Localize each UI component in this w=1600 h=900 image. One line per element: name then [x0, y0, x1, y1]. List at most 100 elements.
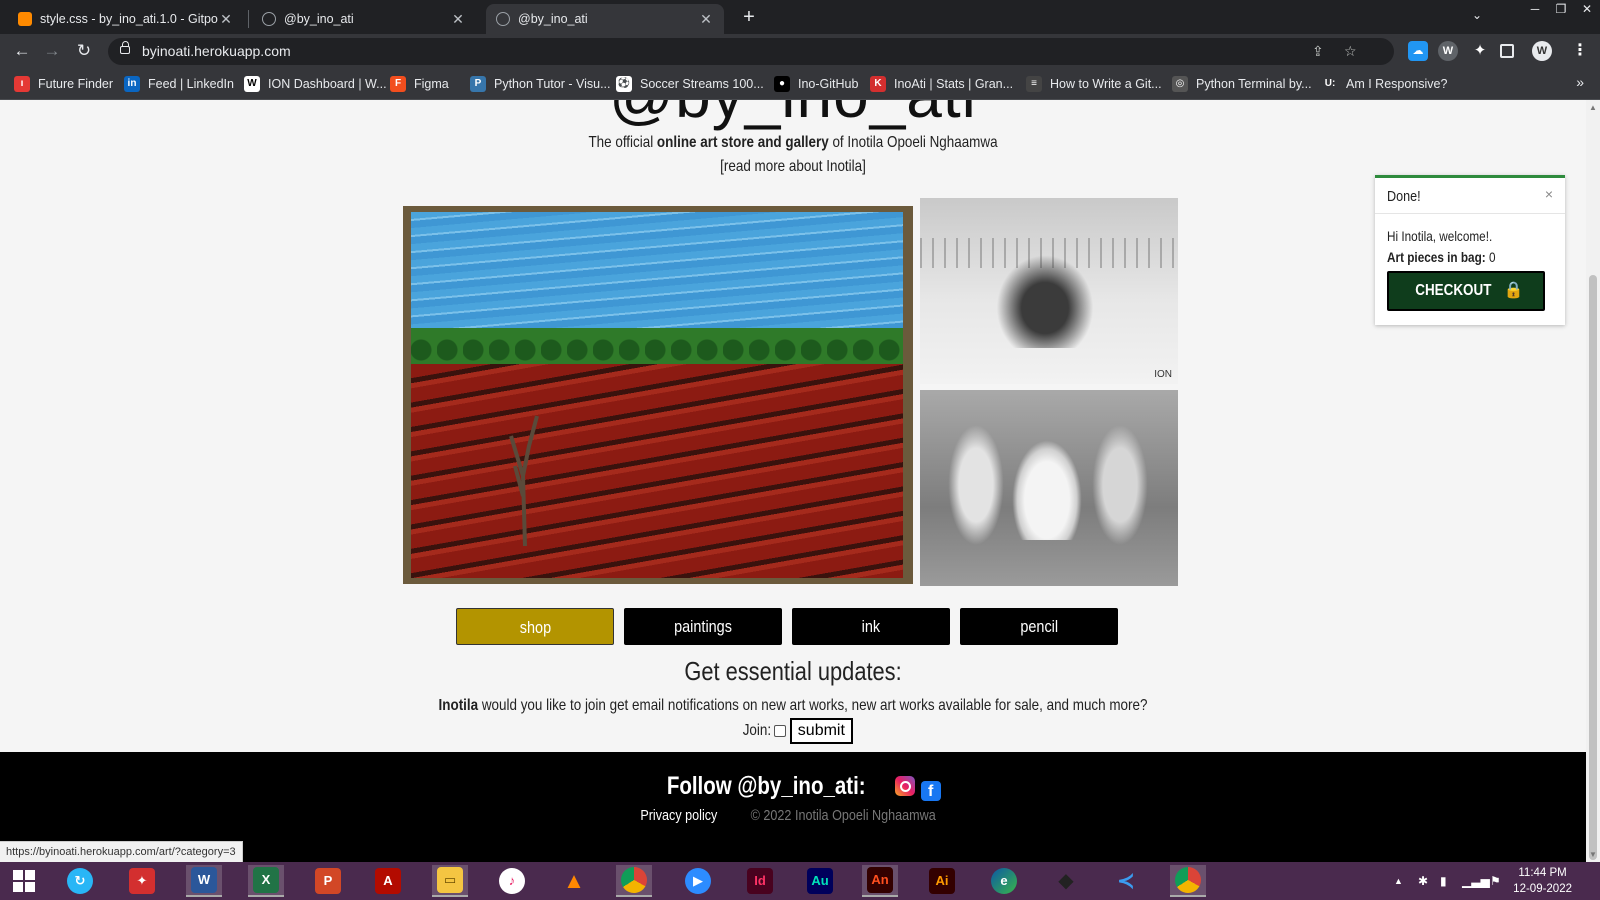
animate-icon[interactable]: An [862, 865, 898, 897]
w-extension-icon[interactable]: W [1438, 41, 1458, 61]
bookmark-item[interactable]: P Python Tutor - Visu... [470, 74, 611, 94]
bookmark-favicon-icon: P [470, 76, 486, 92]
globe-icon [262, 12, 276, 26]
illustrator-icon[interactable]: Ai [924, 865, 960, 897]
chrome-icon-2[interactable] [1170, 865, 1206, 897]
back-icon[interactable]: ← [10, 39, 34, 63]
facebook-icon[interactable]: f [920, 781, 941, 801]
game-app-icon[interactable]: ✦ [124, 865, 160, 897]
vlc-icon[interactable]: ▲ [556, 865, 592, 897]
close-icon[interactable]: ✕ [450, 11, 466, 28]
scroll-thumb[interactable] [1589, 275, 1597, 860]
file-explorer-icon[interactable]: ▭ [432, 865, 468, 897]
bookmark-item[interactable]: K InoAti | Stats | Gran... [870, 74, 1013, 94]
scroll-up-icon[interactable]: ▲ [1589, 103, 1597, 112]
site-brand[interactable]: @by_ino_ati [0, 100, 1586, 132]
cloud-extension-icon[interactable]: ☁ [1408, 41, 1428, 61]
category-pencil-button[interactable]: pencil [960, 608, 1118, 645]
bookmarks-overflow-icon[interactable]: » [1576, 74, 1584, 90]
category-ink-button[interactable]: ink [792, 608, 950, 645]
bookmark-item[interactable]: in Feed | LinkedIn [124, 74, 234, 94]
edge-icon[interactable]: e [986, 865, 1022, 897]
address-bar[interactable]: byinoati.herokuapp.com ⇪ ☆ [108, 38, 1394, 65]
word-icon[interactable]: W [186, 865, 222, 897]
bookmark-item[interactable]: U: Am I Responsive? [1322, 74, 1447, 94]
instagram-icon[interactable] [894, 776, 915, 796]
bag-count-value: 0 [1488, 249, 1496, 265]
tab-title: @by_ino_ati [518, 12, 588, 26]
excel-icon[interactable]: X [248, 865, 284, 897]
new-tab-button[interactable]: + [738, 6, 760, 29]
forward-icon[interactable]: → [40, 39, 64, 63]
lock-icon: 🔒 [1503, 282, 1524, 299]
bookmark-star-icon[interactable]: ☆ [1344, 38, 1357, 65]
terminal-app-icon[interactable]: ◆ [1048, 865, 1084, 897]
battery-icon[interactable]: ▮ [1440, 874, 1447, 888]
toast-close-icon[interactable]: × [1545, 186, 1553, 202]
bookmark-item[interactable]: ◎ Python Terminal by... [1172, 74, 1312, 94]
reload-icon[interactable]: ↻ [72, 39, 96, 63]
privacy-policy-link[interactable]: Privacy policy [640, 807, 717, 824]
close-icon[interactable]: ✕ [218, 11, 234, 28]
vscode-icon[interactable]: ≺ [1108, 865, 1144, 897]
profile-avatar[interactable]: W [1532, 41, 1552, 61]
category-label: shop [519, 618, 551, 637]
close-icon[interactable]: ✕ [698, 11, 714, 28]
extensions-puzzle-icon[interactable]: ✦ [1470, 41, 1490, 61]
side-panel-icon[interactable] [1500, 44, 1514, 58]
join-checkbox[interactable] [773, 725, 786, 737]
bookmark-item[interactable]: ı Future Finder [14, 74, 113, 94]
pencil-sketch-fire-image[interactable] [920, 390, 1178, 586]
bookmark-favicon-icon: ≡ [1026, 76, 1042, 92]
browser-tab-2[interactable]: @by_ino_ati ✕ [252, 4, 476, 34]
bluetooth-icon[interactable]: ✱ [1418, 874, 1428, 888]
pencil-sketch-horsemen-image[interactable]: ION [920, 198, 1178, 384]
featured-painting-image[interactable] [403, 206, 913, 584]
audition-icon[interactable]: Au [802, 865, 838, 897]
browser-tab-gitpod[interactable]: style.css - by_ino_ati.1.0 - Gitpod ✕ [8, 4, 244, 34]
bookmark-item[interactable]: ≡ How to Write a Git... [1026, 74, 1162, 94]
globe-icon [496, 12, 510, 26]
browser-tab-strip: style.css - by_ino_ati.1.0 - Gitpod ✕ @b… [0, 0, 1600, 34]
more-menu-icon[interactable]: ⋮ [1570, 41, 1590, 61]
bookmark-favicon-icon: ● [774, 76, 790, 92]
windows-start-icon[interactable] [6, 865, 42, 897]
restore-icon[interactable]: ❐ [1548, 0, 1574, 20]
checkout-button[interactable]: CHECKOUT 🔒 [1387, 271, 1545, 311]
tab-search-icon[interactable]: ⌄ [1472, 8, 1482, 22]
category-shop-button[interactable]: shop [456, 608, 614, 645]
submit-button[interactable]: submit [789, 718, 853, 744]
scroll-down-icon[interactable]: ▼ [1589, 850, 1597, 859]
flag-icon[interactable]: ⚑ [1490, 874, 1501, 888]
sync-app-icon[interactable]: ↻ [62, 865, 98, 897]
page-scrollbar[interactable]: ▲ ▼ [1586, 100, 1600, 862]
category-label: pencil [1020, 617, 1058, 636]
web-page: @by_ino_ati The official online art stor… [0, 100, 1586, 862]
toast-message: Hi Inotila, welcome!. [1387, 228, 1493, 244]
footer-links: Privacy policy © 2022 Inotila Opoeli Ngh… [0, 807, 1586, 824]
taskbar-clock[interactable]: 11:44 PM 12-09-2022 [1513, 865, 1572, 897]
zoom-icon[interactable]: ▶ [680, 865, 716, 897]
browser-tab-active[interactable]: @by_ino_ati ✕ [486, 4, 724, 34]
window-close-icon[interactable]: ✕ [1574, 0, 1600, 20]
chrome-icon[interactable] [616, 865, 652, 897]
network-icon[interactable]: ▁▃▅ [1462, 874, 1490, 888]
bookmark-item[interactable]: F Figma [390, 74, 449, 94]
minimize-icon[interactable]: ─ [1522, 0, 1548, 20]
itunes-icon[interactable]: ♪ [494, 865, 530, 897]
bookmark-item[interactable]: W ION Dashboard | W... [244, 74, 387, 94]
bookmark-item[interactable]: ⚽ Soccer Streams 100... [616, 74, 764, 94]
bag-toast: Done! × Hi Inotila, welcome!. Art pieces… [1375, 175, 1565, 325]
join-form: Join: submit [740, 718, 853, 744]
indesign-icon[interactable]: Id [742, 865, 778, 897]
acrobat-icon[interactable]: A [370, 865, 406, 897]
bookmark-favicon-icon: F [390, 76, 406, 92]
read-more-link[interactable]: [read more about Inotila] [127, 158, 1459, 176]
toast-header: Done! × [1375, 178, 1565, 214]
share-icon[interactable]: ⇪ [1312, 38, 1324, 65]
powerpoint-icon[interactable]: P [310, 865, 346, 897]
painting-dead-tree [509, 415, 539, 546]
category-paintings-button[interactable]: paintings [624, 608, 782, 645]
tray-overflow-icon[interactable]: ▲ [1394, 876, 1403, 886]
bookmark-item[interactable]: ● Ino-GitHub [774, 74, 858, 94]
